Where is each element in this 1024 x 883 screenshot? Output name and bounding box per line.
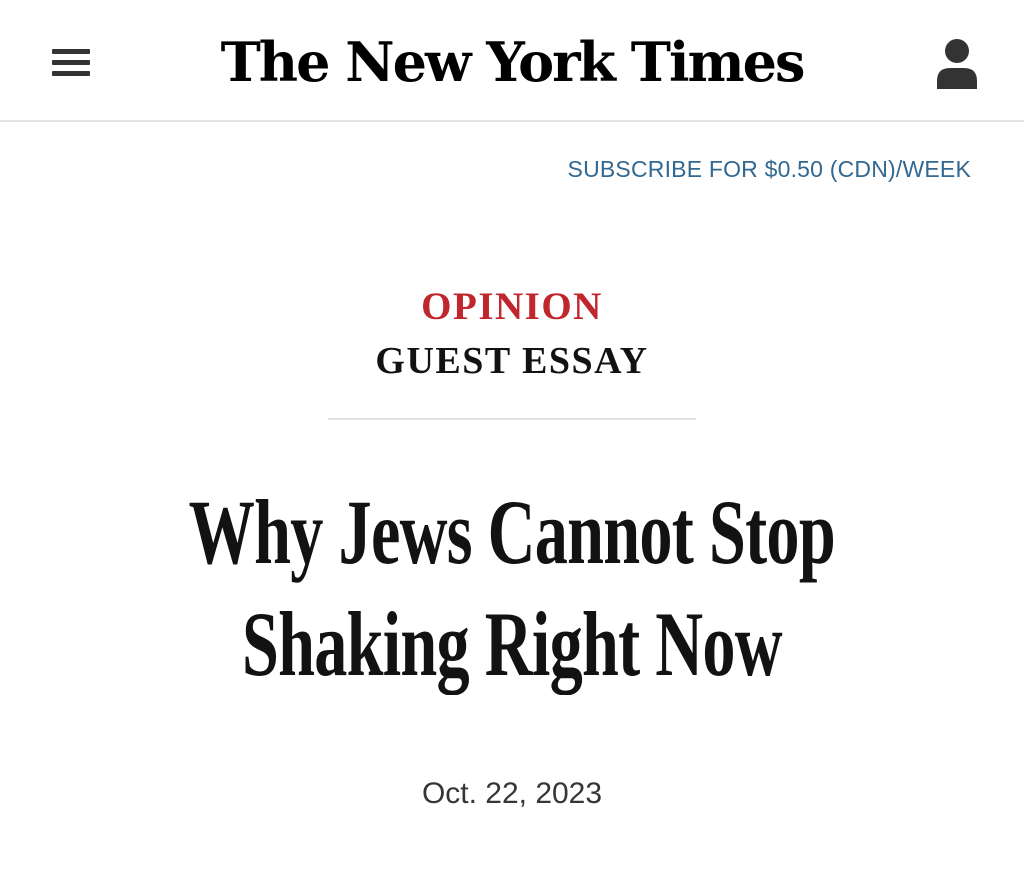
headline-line-1: Why Jews Cannot Stop — [188, 481, 836, 583]
user-account-icon[interactable] — [928, 34, 986, 92]
divider — [328, 418, 696, 420]
article-headline: Why Jews Cannot Stop Shaking Right Now — [40, 476, 984, 700]
section-label[interactable]: OPINION — [0, 283, 1024, 331]
subscribe-link[interactable]: SUBSCRIBE FOR $0.50 (CDN)/WEEK — [568, 156, 971, 183]
site-header: The New York Times — [0, 0, 1024, 122]
nyt-logo[interactable]: The New York Times — [0, 26, 1024, 98]
essay-type-label: GUEST ESSAY — [375, 340, 649, 382]
headline-line-2: Shaking Right Now — [242, 593, 783, 695]
publish-date: Oct. 22, 2023 — [421, 777, 603, 810]
